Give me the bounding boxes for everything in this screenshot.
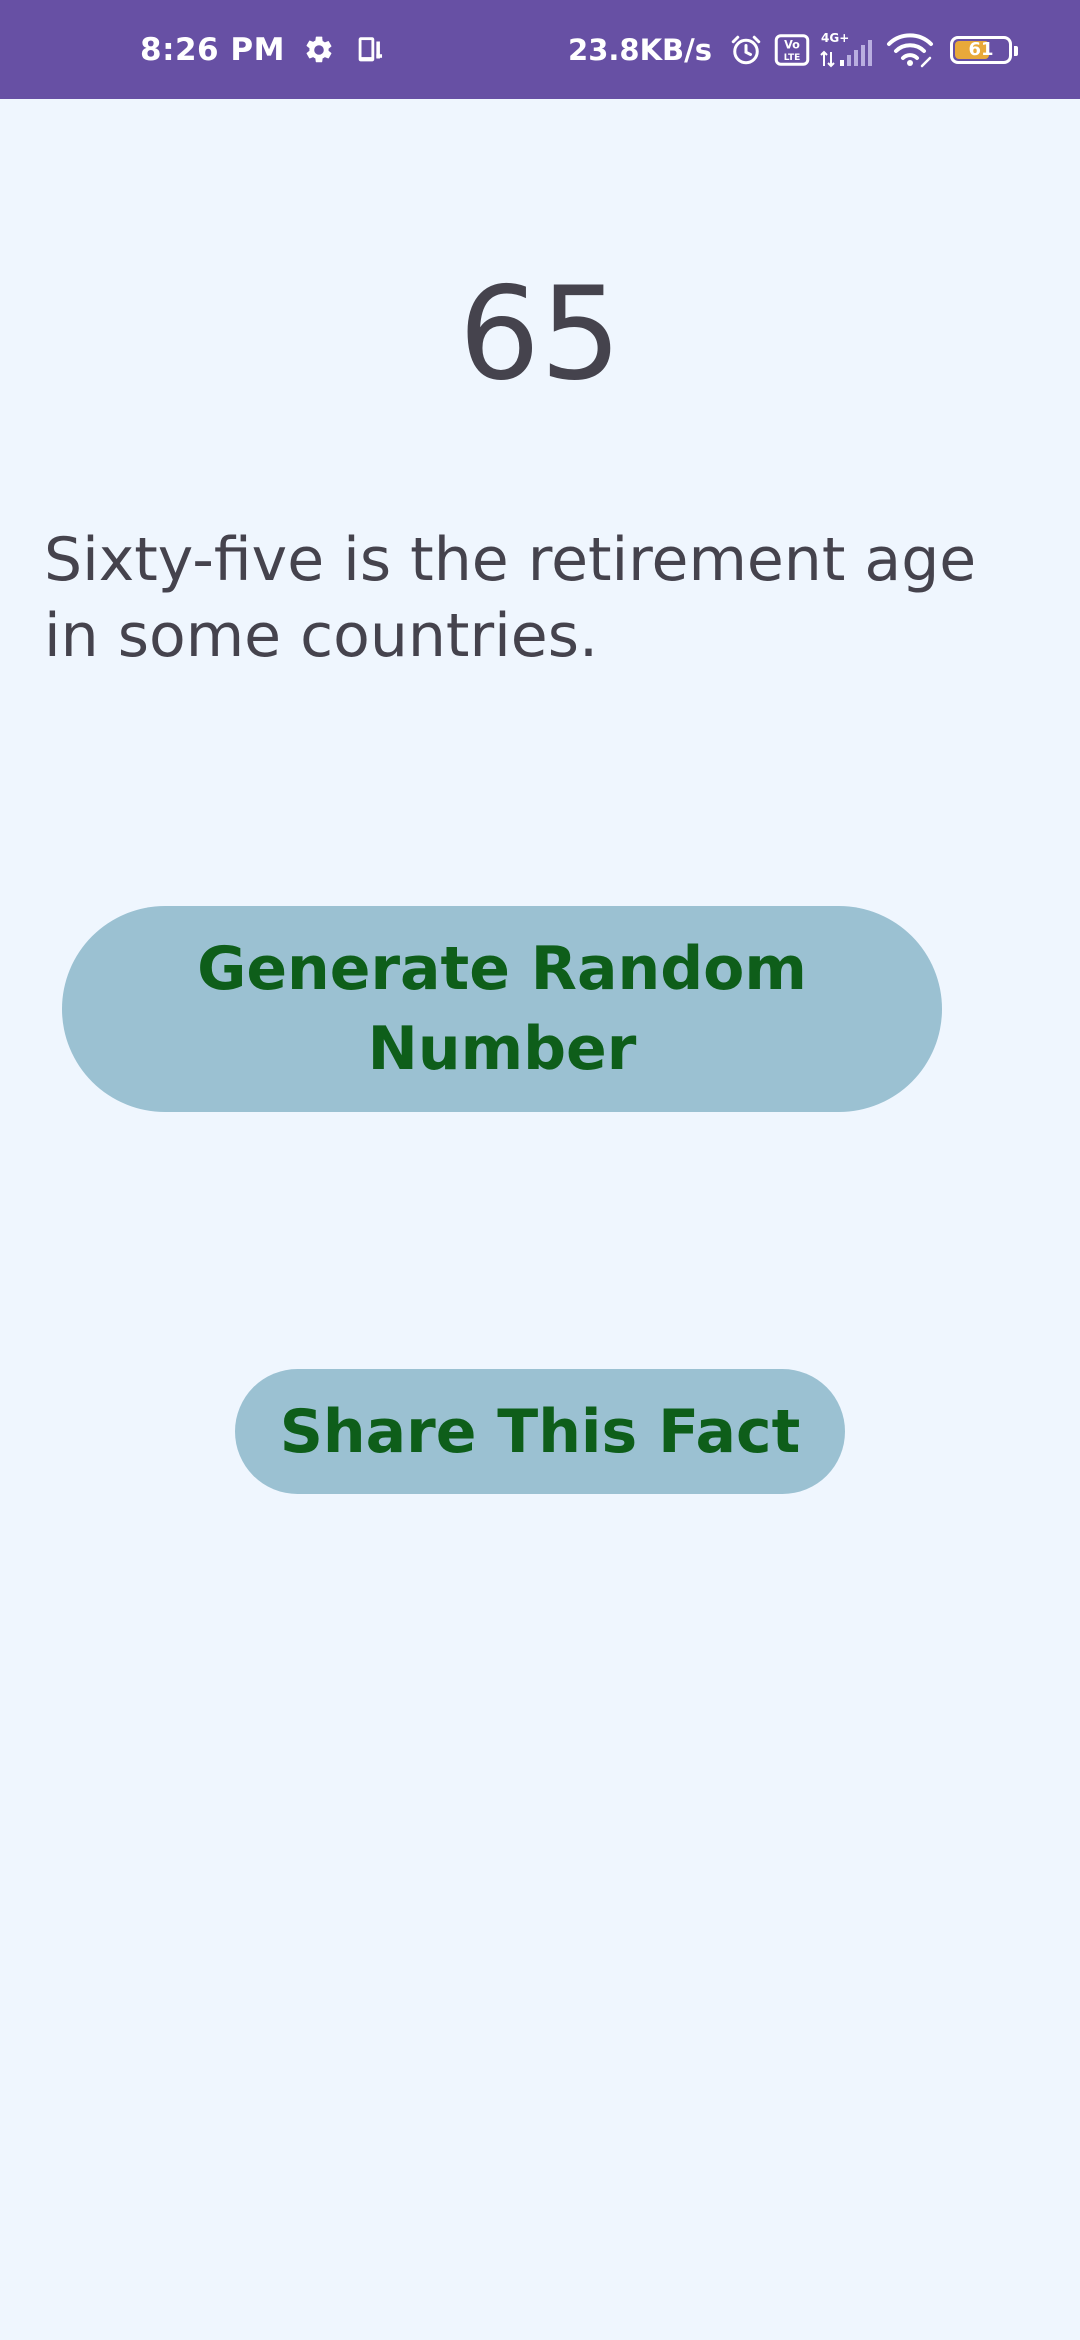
- svg-text:Vo: Vo: [784, 38, 800, 51]
- volte-icon: Vo LTE: [774, 33, 810, 67]
- status-time: 8:26 PM: [140, 31, 285, 68]
- number-fact-text: Sixty-five is the retirement age in some…: [44, 525, 977, 671]
- status-bar: 8:26 PM 23.8KB/s Vo LTE 4G+ 61: [0, 0, 1080, 99]
- share-fact-button[interactable]: Share This Fact: [235, 1369, 845, 1494]
- svg-text:4G+: 4G+: [821, 31, 849, 45]
- network-speed: 23.8KB/s: [568, 32, 712, 67]
- svg-text:LTE: LTE: [784, 52, 801, 62]
- battery-icon: 61: [950, 35, 1018, 64]
- status-left: 8:26 PM: [140, 0, 387, 99]
- gear-icon: [303, 34, 335, 66]
- status-right: 23.8KB/s Vo LTE 4G+ 61: [568, 0, 1018, 99]
- alarm-icon: [728, 32, 764, 68]
- generate-random-number-button[interactable]: Generate Random Number: [62, 906, 942, 1112]
- battery-level: 61: [968, 39, 994, 60]
- random-number-display: 65: [458, 260, 622, 409]
- signal-icon: 4G+: [820, 30, 876, 70]
- wifi-icon: [886, 32, 934, 68]
- device-sync-icon: [353, 33, 387, 67]
